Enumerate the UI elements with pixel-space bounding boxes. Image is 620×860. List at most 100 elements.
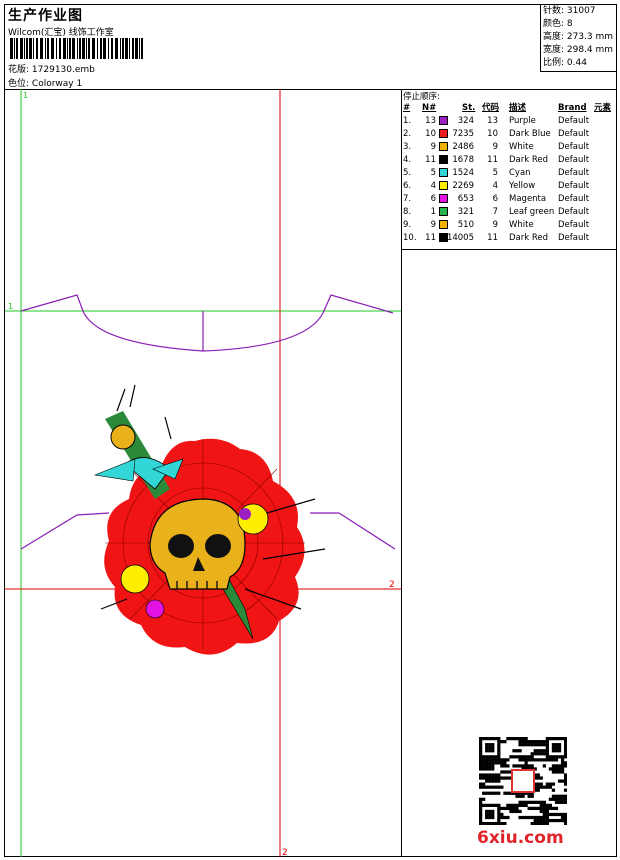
row-index: 9. (403, 220, 412, 230)
row-needle: 10 (425, 129, 436, 139)
row-needle: 5 (430, 168, 436, 178)
row-brand: Default (558, 220, 590, 230)
row-stitches: 653 (457, 194, 474, 204)
col-element: 元素 (594, 103, 612, 113)
row-needle: 4 (430, 181, 436, 191)
row-stitches: 321 (457, 207, 474, 217)
table-row: 8. 1 321 7 Leaf green Default (402, 206, 616, 219)
table-header: # N# St. 代码 描述 Brand 元素 (402, 102, 616, 115)
color-swatch (439, 233, 448, 242)
row-stitches: 324 (457, 116, 474, 126)
color-swatch (439, 181, 448, 190)
color-swatch (439, 129, 448, 138)
row-brand: Default (558, 207, 590, 217)
row-brand: Default (558, 129, 590, 139)
table-row: 7. 6 653 6 Magenta Default (402, 193, 616, 206)
row-description: Magenta (509, 194, 547, 204)
row-code: 4 (492, 181, 498, 191)
production-sheet: 生产作业图 Wilcom(汇宝) 线饰工作室 花版: 1729130.emb 色… (4, 4, 617, 857)
barcode (10, 38, 143, 59)
header: 生产作业图 Wilcom(汇宝) 线饰工作室 花版: 1729130.emb 色… (5, 5, 617, 90)
row-needle: 11 (425, 233, 436, 243)
color-swatch (439, 116, 448, 125)
row-description: White (509, 142, 534, 152)
row-code: 6 (492, 194, 498, 204)
col-needle: N# (422, 103, 437, 113)
row-index: 5. (403, 168, 412, 178)
row-stitches: 1678 (452, 155, 474, 165)
row-needle: 13 (425, 116, 436, 126)
table-row: 10. 11 14005 11 Dark Red Default (402, 232, 616, 245)
row-index: 8. (403, 207, 412, 217)
row-brand: Default (558, 142, 590, 152)
row-description: Purple (509, 116, 536, 126)
row-stitches: 510 (457, 220, 474, 230)
color-swatch (439, 207, 448, 216)
table-row: 9. 9 510 9 White Default (402, 219, 616, 232)
row-index: 3. (403, 142, 412, 152)
col-brand: Brand (558, 103, 587, 113)
row-stitches: 2269 (452, 181, 474, 191)
color-swatch (439, 220, 448, 229)
row-index: 7. (403, 194, 412, 204)
stat-scale: 比例: 0.44 (543, 58, 587, 68)
row-code: 9 (492, 220, 498, 230)
color-swatch (439, 142, 448, 151)
site-watermark: 6xiu.com (477, 828, 564, 848)
row-needle: 11 (425, 155, 436, 165)
row-brand: Default (558, 168, 590, 178)
row-code: 7 (492, 207, 498, 217)
color-swatch (439, 168, 448, 177)
row-code: 11 (487, 233, 498, 243)
color-swatch (439, 155, 448, 164)
stat-width: 宽度: 298.4 mm (543, 45, 614, 55)
guide-label-left: 1 (8, 302, 13, 311)
stat-colors: 颜色: 8 (543, 19, 573, 29)
colorway: 色位: Colorway 1 (8, 79, 83, 89)
row-code: 9 (492, 142, 498, 152)
col-index: # (403, 103, 411, 113)
row-needle: 6 (430, 194, 436, 204)
table-row: 1. 13 324 13 Purple Default (402, 115, 616, 128)
table-row: 4. 11 1678 11 Dark Red Default (402, 154, 616, 167)
row-needle: 1 (430, 207, 436, 217)
design-file: 花版: 1729130.emb (8, 65, 95, 75)
stat-stitches: 针数: 31007 (543, 6, 596, 16)
row-code: 5 (492, 168, 498, 178)
row-brand: Default (558, 155, 590, 165)
design-preview: 1 1 2 2 (5, 89, 401, 857)
row-description: Dark Blue (509, 129, 551, 139)
row-description: Yellow (509, 181, 536, 191)
row-index: 4. (403, 155, 412, 165)
seal-icon (511, 769, 535, 793)
design-canvas: 1 1 2 2 (5, 89, 402, 857)
row-needle: 9 (430, 142, 436, 152)
row-stitches: 1524 (452, 168, 474, 178)
col-code: 代码 (482, 103, 500, 113)
row-index: 10. (403, 233, 417, 243)
row-stitches: 7235 (452, 129, 474, 139)
row-index: 6. (403, 181, 412, 191)
color-swatch (439, 194, 448, 203)
row-index: 1. (403, 116, 412, 126)
table-row: 2. 10 7235 10 Dark Blue Default (402, 128, 616, 141)
row-brand: Default (558, 181, 590, 191)
company-name: Wilcom(汇宝) 线饰工作室 (8, 28, 114, 38)
row-code: 11 (487, 155, 498, 165)
stop-sequence-heading: 停止顺序: (403, 92, 440, 102)
row-description: Leaf green (509, 207, 555, 217)
row-code: 10 (487, 129, 498, 139)
stat-height: 高度: 273.3 mm (543, 32, 614, 42)
row-stitches: 2486 (452, 142, 474, 152)
row-code: 13 (487, 116, 498, 126)
sheet-title: 生产作业图 (8, 8, 83, 24)
table-row: 6. 4 2269 4 Yellow Default (402, 180, 616, 193)
row-index: 2. (403, 129, 412, 139)
row-brand: Default (558, 116, 590, 126)
table-row: 3. 9 2486 9 White Default (402, 141, 616, 154)
qr-code (479, 737, 567, 825)
row-brand: Default (558, 194, 590, 204)
guide-label-top: 1 (23, 91, 28, 100)
stop-sequence-table: 停止顺序: # N# St. 代码 描述 Brand 元素 1. 13 324 13 P… (402, 89, 616, 250)
col-description: 描述 (509, 103, 527, 113)
